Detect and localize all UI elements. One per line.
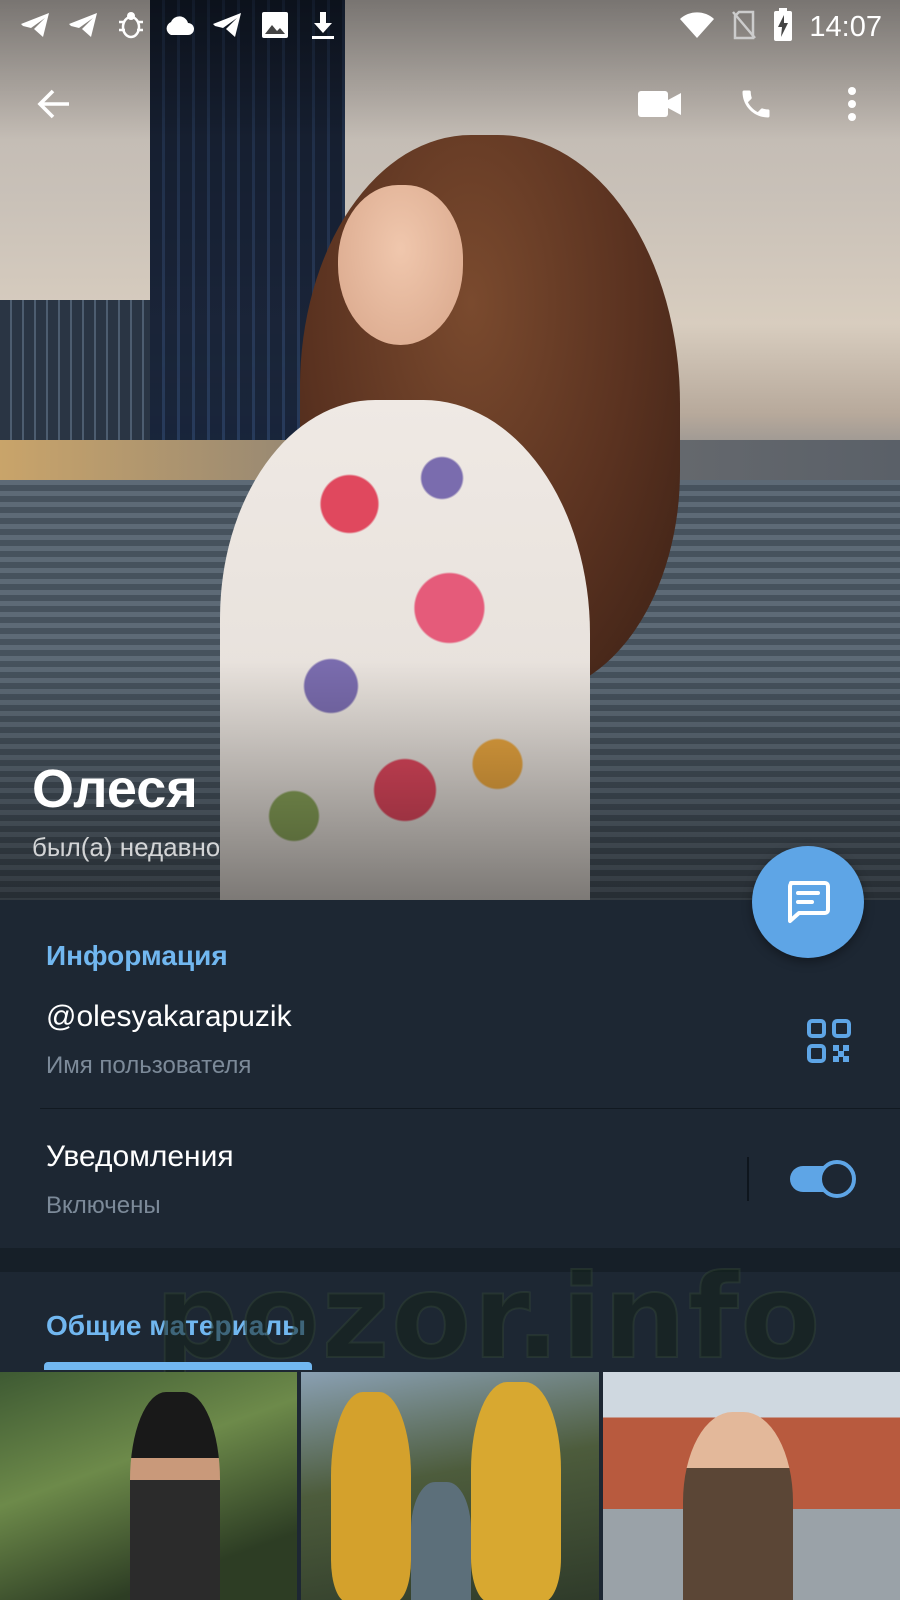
phone-icon bbox=[742, 90, 770, 118]
notifications-toggle[interactable] bbox=[790, 1160, 858, 1198]
video-call-icon bbox=[638, 91, 681, 117]
telegram-icon bbox=[18, 8, 52, 42]
thumbnail-figure bbox=[411, 1482, 472, 1600]
media-thumbnail[interactable] bbox=[602, 1372, 900, 1600]
tab-indicator bbox=[44, 1362, 312, 1370]
clock: 14:07 bbox=[809, 11, 882, 43]
media-thumbnail[interactable] bbox=[301, 1372, 599, 1600]
system-icons: 14:07 bbox=[679, 8, 882, 47]
qr-code-button[interactable] bbox=[806, 1018, 852, 1064]
media-grid bbox=[0, 1372, 900, 1600]
notification-icons bbox=[18, 8, 340, 42]
qr-code-icon bbox=[807, 1019, 851, 1063]
voice-call-button[interactable] bbox=[724, 72, 788, 136]
more-vertical-icon bbox=[848, 87, 856, 121]
no-sim-icon bbox=[731, 10, 757, 45]
battery-charging-icon bbox=[773, 8, 793, 47]
telegram-icon bbox=[66, 8, 100, 42]
download-icon bbox=[306, 8, 340, 42]
bug-icon bbox=[114, 8, 148, 42]
thumbnail-statue bbox=[471, 1382, 562, 1600]
wifi-icon bbox=[679, 11, 715, 44]
telegram-icon bbox=[210, 8, 244, 42]
arrow-left-icon bbox=[37, 89, 69, 119]
toggle-knob bbox=[818, 1160, 856, 1198]
notifications-label: Уведомления bbox=[46, 1140, 234, 1173]
message-icon bbox=[788, 881, 830, 923]
media-thumbnail[interactable] bbox=[0, 1372, 298, 1600]
more-options-button[interactable] bbox=[820, 72, 884, 136]
notifications-value: Включены bbox=[46, 1192, 161, 1219]
video-call-button[interactable] bbox=[628, 72, 692, 136]
image-icon bbox=[258, 8, 292, 42]
cloud-icon bbox=[162, 8, 196, 42]
divider bbox=[40, 1108, 900, 1109]
username-caption: Имя пользователя bbox=[46, 1052, 252, 1079]
vertical-separator bbox=[747, 1157, 749, 1201]
action-bar bbox=[0, 72, 900, 136]
profile-name: Олеся bbox=[32, 759, 198, 819]
back-button[interactable] bbox=[22, 72, 86, 136]
thumbnail-statue bbox=[331, 1392, 412, 1600]
username-value: @olesyakarapuzik bbox=[46, 1000, 292, 1033]
thumbnail-figure bbox=[130, 1392, 220, 1600]
status-bar: 14:07 bbox=[0, 0, 900, 48]
info-section-title: Информация bbox=[46, 940, 228, 971]
thumbnail-figure bbox=[682, 1412, 793, 1600]
send-message-button[interactable] bbox=[752, 846, 864, 958]
last-seen-status: был(а) недавно bbox=[32, 832, 221, 862]
